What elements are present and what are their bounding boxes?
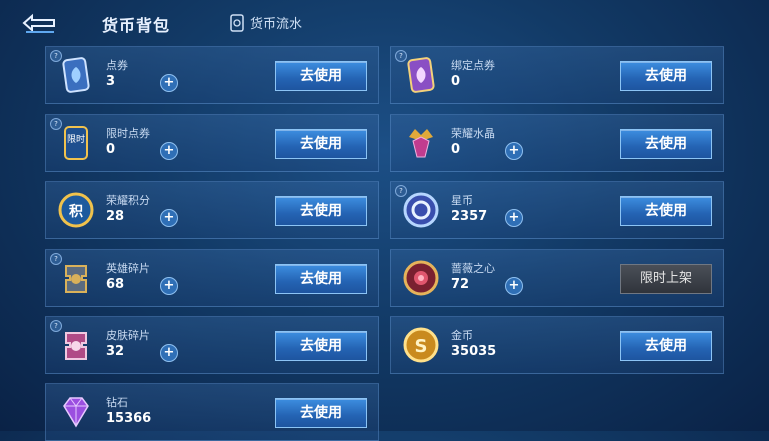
currency-name: 蔷薇之心 — [451, 262, 495, 275]
currency-name: 皮肤碎片 — [106, 329, 150, 342]
use-button[interactable]: 去使用 — [620, 129, 712, 159]
add-icon[interactable]: + — [160, 142, 178, 160]
use-button[interactable]: 去使用 — [275, 398, 367, 428]
currency-value: 0 — [106, 142, 116, 157]
currency-value: 28 — [106, 209, 125, 224]
add-icon[interactable]: + — [505, 209, 523, 227]
use-button[interactable]: 去使用 — [275, 196, 367, 226]
currency-name: 英雄碎片 — [106, 262, 150, 275]
add-icon[interactable]: + — [160, 277, 178, 295]
star-coin-icon — [403, 192, 439, 228]
back-icon[interactable] — [18, 12, 58, 34]
currency-value: 35035 — [451, 344, 497, 359]
currency-card-glory-crystal: 荣耀水晶 0 + 去使用 — [390, 114, 724, 172]
currency-name: 绑定点券 — [451, 59, 495, 72]
currency-value: 32 — [106, 344, 125, 359]
currency-value: 15366 — [106, 411, 152, 426]
bound-coupon-icon — [407, 57, 435, 93]
currency-value: 68 — [106, 277, 125, 292]
icon-label: S — [415, 336, 428, 357]
currency-flow-label: 货币流水 — [250, 17, 303, 32]
currency-name: 星币 — [451, 194, 473, 207]
currency-name: 钻石 — [106, 396, 128, 409]
gold-coin-icon: S — [403, 327, 439, 363]
use-button[interactable]: 去使用 — [275, 129, 367, 159]
currency-card-skin-fragment: ? 皮肤碎片 32 + 去使用 — [45, 316, 379, 374]
icon-label: 积 — [69, 203, 83, 220]
use-button[interactable]: 去使用 — [275, 61, 367, 91]
add-icon[interactable]: + — [160, 209, 178, 227]
currency-card-diamond: 钻石 15366 去使用 — [45, 383, 379, 441]
currency-card-glory-points: 积 荣耀积分 28 + 去使用 — [45, 181, 379, 239]
currency-card-coupon: ? 点券 3 + 去使用 — [45, 46, 379, 104]
currency-name: 金币 — [451, 329, 473, 342]
currency-value: 0 — [451, 74, 461, 89]
currency-card-limited-coupon: ? 限时 限时点券 0 + 去使用 — [45, 114, 379, 172]
receipt-icon — [230, 13, 244, 32]
limited-shelf-button[interactable]: 限时上架 — [620, 264, 712, 294]
currency-card-hero-fragment: ? 英雄碎片 68 + 去使用 — [45, 249, 379, 307]
glory-points-icon: 积 — [58, 192, 94, 228]
currency-name: 限时点券 — [106, 127, 150, 140]
icon-label: 限时 — [67, 133, 85, 145]
use-button[interactable]: 去使用 — [620, 331, 712, 361]
currency-name: 点券 — [106, 59, 128, 72]
use-button[interactable]: 去使用 — [275, 331, 367, 361]
currency-flow-tab[interactable]: 货币流水 — [230, 13, 302, 32]
add-icon[interactable]: + — [505, 277, 523, 295]
currency-name: 荣耀积分 — [106, 194, 150, 207]
use-button[interactable]: 去使用 — [275, 264, 367, 294]
currency-card-bound-coupon: ? 绑定点券 0 去使用 — [390, 46, 724, 104]
rose-heart-icon — [403, 260, 439, 296]
currency-card-rose-heart: 蔷薇之心 72 + 限时上架 — [390, 249, 724, 307]
currency-name: 荣耀水晶 — [451, 127, 495, 140]
currency-value: 72 — [451, 277, 470, 292]
currency-value: 0 — [451, 142, 461, 157]
glory-crystal-icon — [409, 129, 433, 158]
use-button[interactable]: 去使用 — [620, 61, 712, 91]
limited-coupon-icon: 限时 — [64, 126, 88, 160]
currency-value: 3 — [106, 74, 116, 89]
currency-value: 2357 — [451, 209, 488, 224]
hero-fragment-icon — [65, 265, 87, 293]
diamond-icon — [63, 397, 89, 428]
page-title: 货币背包 — [102, 16, 171, 35]
add-icon[interactable]: + — [160, 74, 178, 92]
add-icon[interactable]: + — [160, 344, 178, 362]
use-button[interactable]: 去使用 — [620, 196, 712, 226]
currency-card-gold-coin: S 金币 35035 去使用 — [390, 316, 724, 374]
skin-fragment-icon — [65, 332, 87, 360]
add-icon[interactable]: + — [505, 142, 523, 160]
coupon-card-icon — [62, 57, 90, 93]
top-bar: 货币背包 货币流水 — [0, 0, 769, 44]
currency-card-star-coin: ? 星币 2357 + 去使用 — [390, 181, 724, 239]
